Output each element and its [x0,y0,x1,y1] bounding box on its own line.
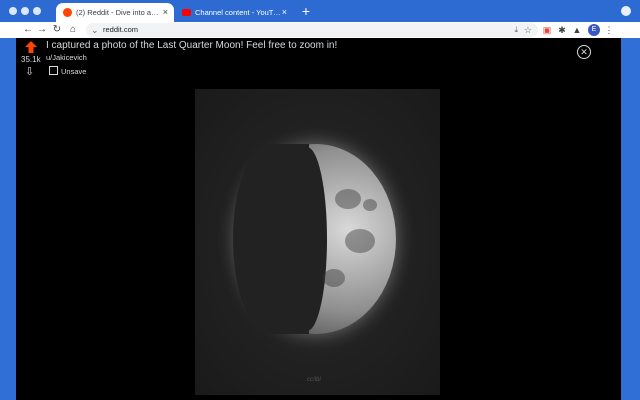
vote-count: 35.1k [21,55,41,64]
back-arrow-icon[interactable]: ← [21,22,35,38]
extensions-puzzle-icon[interactable]: ✱ [556,24,568,36]
browser-toolbar: ← → ↻ ⌂ ⌄ reddit.com ⤓ ☆ ▣ ✱ ▲ E ⋮ [0,22,640,38]
downvote-arrow-icon[interactable]: ⇩ [25,65,34,78]
photo-watermark: cc/ibl [307,377,321,383]
download-icon[interactable]: ⤓ [514,23,518,37]
labs-flask-icon[interactable]: ▲ [571,24,583,36]
post-author[interactable]: u/Jakicevich [46,53,87,62]
close-viewer-icon[interactable]: ✕ [577,45,591,59]
crater-shape [363,199,377,211]
profile-avatar[interactable]: E [588,24,600,36]
window-zoom-button[interactable] [33,7,41,15]
address-bar[interactable]: ⌄ reddit.com ⤓ ☆ [86,23,538,37]
extension-icon[interactable]: ▣ [541,24,553,36]
mare-shape [345,229,375,253]
tab-label: (2) Reddit - Dive into anything [76,8,162,17]
mare-shape [323,269,345,287]
moon-photo[interactable]: cc/ibl [195,89,440,395]
url-text: reddit.com [103,25,139,34]
unsave-button[interactable]: Unsave [49,66,86,78]
tab-youtube-studio[interactable]: Channel content - YouTube Stu × [175,3,293,22]
mare-shape [335,189,361,209]
home-icon[interactable]: ⌂ [66,22,80,38]
unsave-label: Unsave [61,67,87,76]
browser-menu-icon[interactable]: ⋮ [603,24,615,36]
reddit-favicon-icon [63,8,72,17]
new-tab-button[interactable]: + [298,3,314,19]
tab-label: Channel content - YouTube Stu [195,8,281,17]
tab-strip: (2) Reddit - Dive into anything × Channe… [0,0,640,22]
reload-icon[interactable]: ↻ [50,22,64,38]
forward-arrow-icon[interactable]: → [35,22,49,38]
site-info-icon[interactable]: ⌄ [91,23,99,37]
tab-close-icon[interactable]: × [163,3,168,22]
window-minimize-button[interactable] [21,7,29,15]
moon-terminator [287,147,327,331]
post-title: I captured a photo of the Last Quarter M… [46,40,338,51]
browser-window: (2) Reddit - Dive into anything × Channe… [0,0,640,400]
bookmark-star-icon[interactable]: ☆ [524,23,532,37]
upvote-arrow-icon[interactable] [24,40,38,54]
youtube-favicon-icon [182,9,191,16]
tab-reddit[interactable]: (2) Reddit - Dive into anything × [56,3,174,22]
tab-search-icon[interactable] [621,6,631,16]
bookmark-icon [49,66,58,75]
window-close-button[interactable] [9,7,17,15]
tab-close-icon[interactable]: × [282,3,287,22]
